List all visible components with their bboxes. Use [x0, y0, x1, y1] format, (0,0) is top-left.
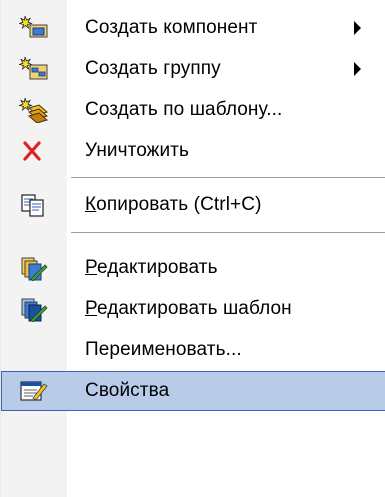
menu-item-label: Редактировать шаблон [85, 298, 292, 320]
menu-item-label: Создать по шаблону... [85, 99, 283, 120]
submenu-arrow-icon [354, 62, 361, 76]
context-menu: Создать компонент Создать группу Создать… [0, 0, 385, 497]
create-from-template-icon [19, 97, 49, 123]
copy-mnemonic: К [85, 194, 97, 215]
copy-label-rest: опировать (Ctrl+C) [96, 194, 262, 215]
new-group-icon [19, 56, 48, 80]
edit-template-label-rest: едактировать шаблон [96, 298, 292, 319]
menu-item-create-from-template[interactable]: Создать по шаблону... [1, 90, 385, 130]
edit-template-mnemonic: Р [85, 298, 97, 319]
menu-item-properties[interactable]: Свойства [1, 371, 385, 411]
copy-icon [21, 194, 44, 217]
new-component-icon [19, 15, 48, 38]
edit-label-rest: едактировать [96, 257, 218, 278]
menu-separator [71, 177, 385, 179]
menu-item-label: Свойства [85, 380, 170, 401]
menu-item-edit-template[interactable]: Редактировать шаблон [1, 289, 385, 329]
delete-x-icon [23, 141, 41, 161]
menu-item-label: Редактировать [85, 257, 218, 279]
menu-separator [71, 232, 385, 234]
menu-item-label: Создать компонент [85, 17, 258, 38]
menu-item-rename[interactable]: Переименовать... [1, 330, 385, 370]
menu-item-create-group[interactable]: Создать группу [1, 49, 385, 89]
edit-icon [21, 257, 48, 281]
menu-item-edit[interactable]: Редактировать [1, 248, 385, 288]
menu-item-delete[interactable]: Уничтожить [1, 131, 385, 171]
menu-item-create-component[interactable]: Создать компонент [1, 8, 385, 48]
highlight-frame [1, 371, 385, 411]
properties-icon [20, 381, 48, 401]
menu-item-label: Переименовать... [85, 339, 242, 360]
menu-item-copy[interactable]: Копировать (Ctrl+C) [1, 185, 385, 225]
menu-item-label: Создать группу [85, 58, 221, 79]
submenu-arrow-icon [354, 21, 361, 35]
menu-item-label: Уничтожить [85, 140, 189, 161]
edit-mnemonic: Р [85, 257, 97, 278]
menu-item-label: Копировать (Ctrl+C) [85, 194, 262, 216]
edit-template-icon [21, 298, 48, 322]
